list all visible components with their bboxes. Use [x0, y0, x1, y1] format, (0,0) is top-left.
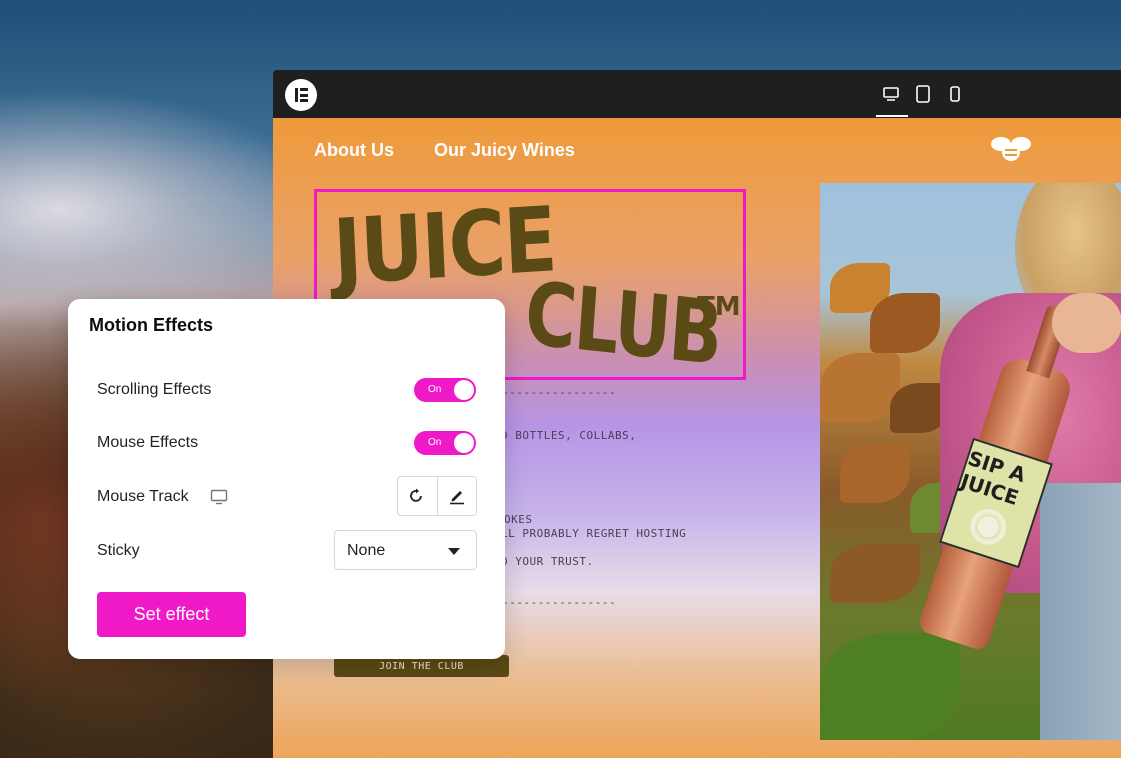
scrolling-effects-label: Scrolling Effects: [97, 381, 212, 398]
desktop-icon: [210, 489, 228, 505]
body-text-line: D YOUR TRUST.: [501, 555, 594, 568]
scrolling-effects-toggle[interactable]: On: [414, 378, 476, 402]
panel-title: Motion Effects: [89, 315, 213, 335]
reset-icon[interactable]: [398, 477, 437, 515]
mouse-track-actions: [397, 476, 477, 516]
set-effect-button[interactable]: Set effect: [97, 592, 246, 637]
edit-icon[interactable]: [436, 477, 476, 515]
motion-effects-panel: Motion Effects Scrolling Effects On Mous…: [68, 299, 505, 659]
sticky-select[interactable]: None: [334, 530, 477, 570]
toggle-knob: [454, 380, 474, 400]
toggle-knob: [454, 433, 474, 453]
mobile-icon[interactable]: [945, 84, 965, 104]
editor-topbar: [273, 70, 1121, 118]
sticky-select-value: None: [347, 542, 386, 559]
hero-word-juice: JUICE: [331, 188, 558, 306]
active-device-indicator: [876, 115, 908, 117]
sticky-label: Sticky: [97, 542, 140, 559]
desktop-icon[interactable]: [881, 84, 901, 104]
elementor-logo-icon[interactable]: [285, 79, 317, 111]
toggle-state-text: On: [428, 384, 442, 395]
nav-our-juicy-wines[interactable]: Our Juicy Wines: [434, 140, 575, 161]
hero-word-club: CLUB: [521, 262, 724, 386]
hero-photo: SIP A JUICE: [820, 183, 1121, 740]
body-text-line: LL PROBABLY REGRET HOSTING: [501, 527, 687, 540]
trademark-symbol: TM: [697, 292, 741, 322]
text-divider: -----------------: [495, 386, 617, 399]
tablet-icon[interactable]: [913, 84, 933, 104]
mouse-effects-label: Mouse Effects: [97, 434, 199, 451]
nav-about-us[interactable]: About Us: [314, 140, 394, 161]
mouse-effects-toggle[interactable]: On: [414, 431, 476, 455]
body-text-line: D BOTTLES, COLLABS,: [501, 429, 637, 442]
mouse-track-label: Mouse Track: [97, 488, 189, 505]
toggle-state-text: On: [428, 437, 442, 448]
body-text-line: OKES: [504, 513, 533, 526]
bee-logo-icon[interactable]: [989, 134, 1033, 164]
text-divider: -----------------: [495, 596, 617, 609]
chevron-down-icon: [448, 548, 460, 555]
bottle-label-text: SIP A JUICE: [957, 445, 1029, 510]
